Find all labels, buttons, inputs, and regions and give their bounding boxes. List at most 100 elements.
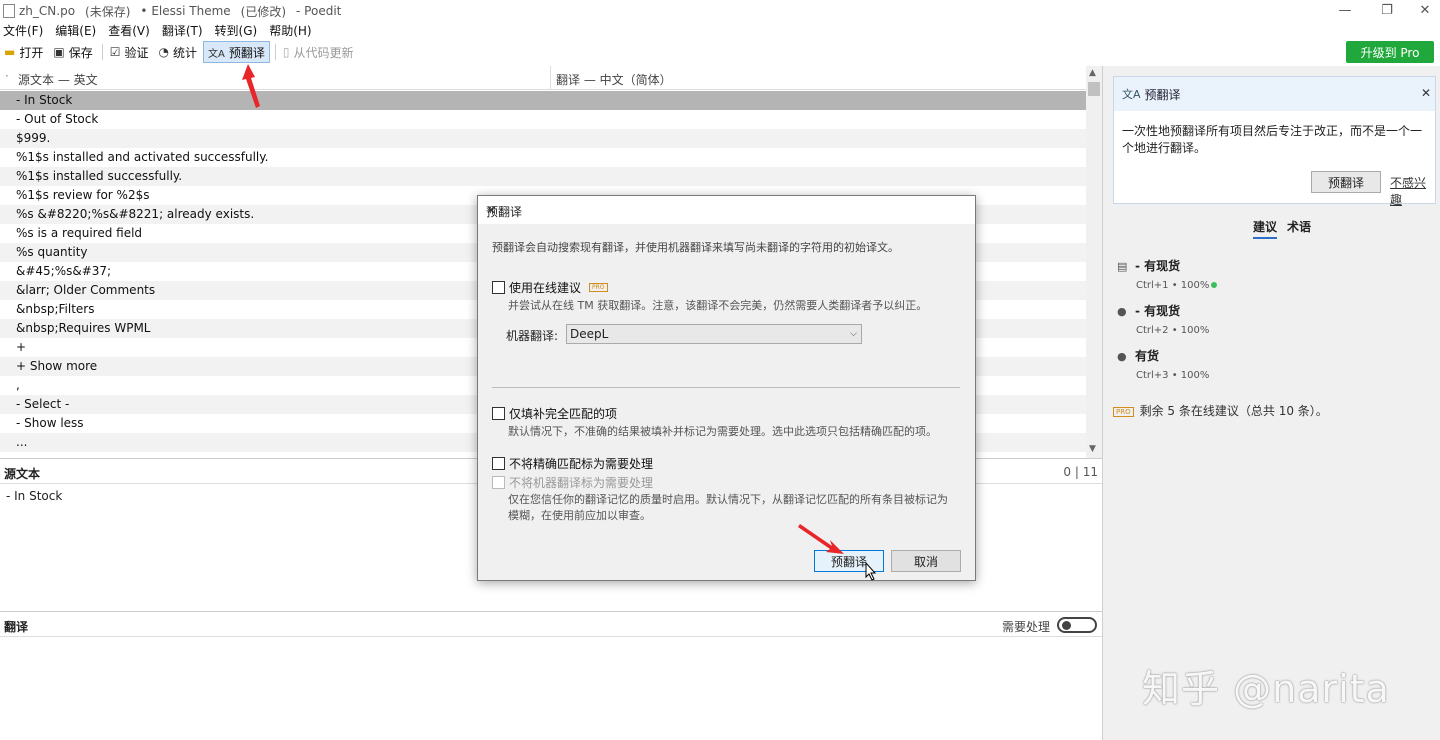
suggestion-item[interactable]: ● - 有现货 Ctrl+2 • 100% xyxy=(1117,302,1209,336)
chevron-down-icon: ⌵ xyxy=(850,329,857,339)
checkbox-box[interactable] xyxy=(492,457,505,470)
online-suggestions-checkbox[interactable]: 使用在线建议 PRO xyxy=(492,279,608,296)
update-from-code-button[interactable]: ▯ 从代码更新 xyxy=(279,41,358,63)
cancel-button[interactable]: 取消 xyxy=(891,550,961,572)
menu-edit[interactable]: 编辑(E) xyxy=(55,22,96,40)
checkbox-box[interactable] xyxy=(492,281,505,294)
translation-panel-header: 翻译 需要处理 xyxy=(0,611,1102,637)
card-title: 预翻译 xyxy=(1144,87,1181,102)
needs-work-label: 需要处理 xyxy=(1002,620,1051,634)
column-source[interactable]: 源文本 — 英文 xyxy=(18,71,98,88)
sort-dot-icon: · xyxy=(5,69,9,83)
no-fuzzy-mt-checkbox[interactable]: 不将机器翻译标为需要处理 xyxy=(492,474,653,491)
suggestion-meta: Ctrl+3 • 100% xyxy=(1136,370,1210,381)
menu-goto[interactable]: 转到(G) xyxy=(215,22,258,40)
title-bar: zh_CN.po (未保存) • Elessi Theme (已修改) - Po… xyxy=(0,0,1440,22)
needs-work-toggle[interactable] xyxy=(1057,617,1097,633)
checkbox-box[interactable] xyxy=(492,407,505,420)
suggestion-meta: Ctrl+1 • 100% xyxy=(1136,280,1210,291)
watermark: 知乎 @narita xyxy=(1142,667,1390,711)
title-unsaved: (未保存) xyxy=(85,4,131,19)
translation-editor[interactable] xyxy=(0,638,1102,740)
tab-terms[interactable]: 术语 xyxy=(1287,218,1311,239)
floppy-icon: ▣ xyxy=(53,45,65,59)
open-label: 打开 xyxy=(19,45,44,60)
toggle-knob xyxy=(1062,621,1071,630)
tab-suggestions[interactable]: 建议 xyxy=(1253,218,1278,239)
close-icon[interactable]: ✕ xyxy=(486,203,965,217)
validate-label: 验证 xyxy=(124,45,149,60)
menu-view[interactable]: 查看(V) xyxy=(108,22,150,40)
column-separator[interactable] xyxy=(550,66,551,90)
save-label: 保存 xyxy=(68,45,93,60)
menu-help[interactable]: 帮助(H) xyxy=(269,22,311,40)
pretranslate-card: 文A 预翻译 ✕ 一次性地预翻译所有项目然后专注于改正，而不是一个一个地进行翻译… xyxy=(1113,76,1436,207)
toolbar-separator xyxy=(101,44,103,60)
open-button[interactable]: ▬ 打开 xyxy=(0,41,47,63)
scroll-down-icon[interactable]: ▼ xyxy=(1089,444,1096,454)
upgrade-pro-button[interactable]: 升级到 Pro xyxy=(1346,41,1434,63)
table-row[interactable]: %1$s installed successfully. xyxy=(0,167,1086,186)
close-window-icon[interactable]: ✕ xyxy=(1410,3,1440,18)
divider xyxy=(492,387,960,388)
validate-button[interactable]: ☑ 验证 xyxy=(106,41,153,63)
table-row[interactable]: - Out of Stock xyxy=(0,110,1086,129)
sidebar-tabs: 建议 术语 xyxy=(1253,218,1321,239)
suggestion-meta: Ctrl+2 • 100% xyxy=(1136,325,1210,336)
suggestion-item[interactable]: ▤ - 有现货 Ctrl+1 • 100% xyxy=(1117,257,1218,291)
list-header: · 源文本 — 英文 翻译 — 中文（简体） xyxy=(0,66,1086,90)
column-translation[interactable]: 翻译 — 中文（简体） xyxy=(556,71,672,88)
translate-icon: 文A xyxy=(208,48,225,60)
toolbar-separator xyxy=(274,44,276,60)
update-from-code-label: 从代码更新 xyxy=(293,45,354,60)
suggestion-item[interactable]: ● 有货 Ctrl+3 • 100% xyxy=(1117,347,1209,381)
pretranslate-dialog: 预翻译 ✕ 预翻译会自动搜索现有翻译，并使用机器翻译来填写尚未翻译的字符用的初始… xyxy=(477,195,976,581)
person-icon: ● xyxy=(1117,350,1127,363)
menu-translate[interactable]: 翻译(T) xyxy=(162,22,203,40)
card-header: 文A 预翻译 xyxy=(1114,77,1435,111)
not-interested-link[interactable]: 不感兴趣 xyxy=(1390,174,1435,208)
title-app: - Poedit xyxy=(296,4,342,18)
table-row[interactable]: %1$s installed and activated successfull… xyxy=(0,148,1086,167)
sidebar: 文A 预翻译 ✕ 一次性地预翻译所有项目然后专注于改正，而不是一个一个地进行翻译… xyxy=(1103,66,1440,740)
scroll-up-icon[interactable]: ▲ xyxy=(1089,68,1096,78)
checkbox-box[interactable] xyxy=(492,476,505,489)
no-fuzzy-note: 仅在您信任你的翻译记忆的质量时启用。默认情况下，从翻译记忆匹配的所有条目被标记为… xyxy=(508,493,948,522)
folder-icon: ▬ xyxy=(4,45,16,59)
card-pretranslate-button[interactable]: 预翻译 xyxy=(1311,171,1381,193)
annotation-arrow-icon xyxy=(798,524,844,554)
title-modified: (已修改) xyxy=(240,4,287,19)
remaining-text: 剩余 5 条在线建议（总共 10 条）。 xyxy=(1139,404,1328,418)
exact-only-checkbox[interactable]: 仅填补完全匹配的项 xyxy=(492,405,617,422)
card-body: 一次性地预翻译所有项目然后专注于改正，而不是一个一个地进行翻译。 xyxy=(1122,124,1423,155)
dialog-description: 预翻译会自动搜索现有翻译，并使用机器翻译来填写尚未翻译的字符用的初始译文。 xyxy=(492,241,899,254)
table-row[interactable]: $999. xyxy=(0,129,1086,148)
exact-only-label: 仅填补完全匹配的项 xyxy=(509,407,618,421)
mt-value: DeepL xyxy=(570,327,609,341)
title-file: zh_CN.po xyxy=(19,4,76,18)
minimize-icon[interactable]: — xyxy=(1330,3,1360,18)
online-note: 并尝试从在线 TM 获取翻译。注意，该翻译不会完美，仍然需要人类翻译者予以纠正。 xyxy=(508,299,928,312)
suggestion-text: - 有现货 xyxy=(1135,259,1181,273)
mt-select[interactable]: DeepL ⌵ xyxy=(566,324,862,344)
document-refresh-icon: ▯ xyxy=(282,45,290,59)
no-fuzzy-checkbox[interactable]: 不将精确匹配标为需要处理 xyxy=(492,455,653,472)
exact-note: 默认情况下，不准确的结果被填补并标记为需要处理。选中此选项只包括精确匹配的项。 xyxy=(508,425,937,438)
list-scrollbar[interactable]: ▲ ▼ xyxy=(1086,66,1102,458)
table-row[interactable]: - In Stock xyxy=(0,91,1086,110)
save-button[interactable]: ▣ 保存 xyxy=(49,41,96,63)
restore-icon[interactable]: ❐ xyxy=(1372,3,1402,18)
source-count: 0 | 11 xyxy=(1063,465,1098,479)
title-project: • Elessi Theme xyxy=(140,4,231,18)
scrollbar-thumb[interactable] xyxy=(1088,82,1100,96)
person-icon: ● xyxy=(1117,305,1127,318)
dialog-title-bar: 预翻译 ✕ xyxy=(478,196,975,224)
suggestion-text: 有货 xyxy=(1135,349,1160,363)
online-suggestions-label: 使用在线建议 xyxy=(509,281,582,295)
database-icon: ▤ xyxy=(1117,260,1128,273)
translate-icon: 文A xyxy=(1122,88,1141,101)
close-icon[interactable]: ✕ xyxy=(1421,86,1431,100)
menu-file[interactable]: 文件(F) xyxy=(3,22,43,40)
stats-button[interactable]: ◔ 统计 xyxy=(155,41,202,63)
mt-label: 机器翻译: xyxy=(506,329,559,343)
